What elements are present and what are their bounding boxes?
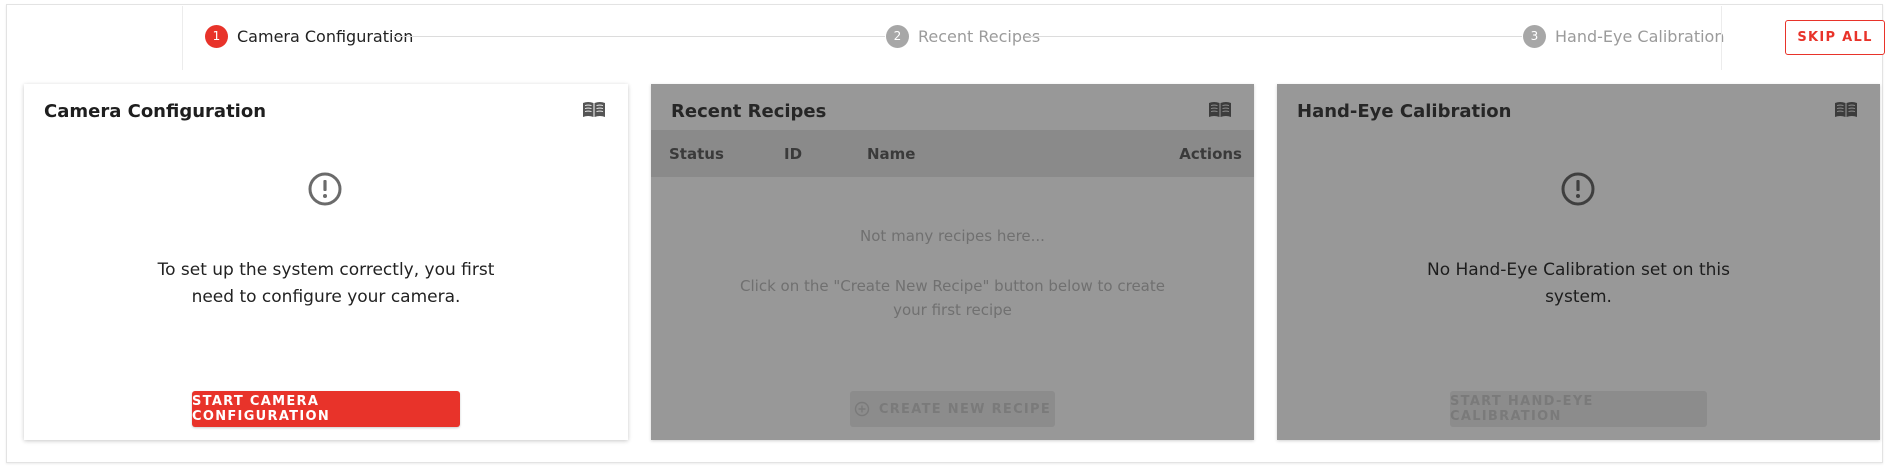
camera-message-line2: need to configure your camera. <box>191 287 461 307</box>
step-label: Recent Recipes <box>918 26 1041 46</box>
camera-configuration-card: Camera Configuration To set up the syste… <box>24 84 628 440</box>
card-title: Recent Recipes <box>671 101 827 122</box>
step-number: 1 <box>205 24 228 48</box>
step-label: Hand-Eye Calibration <box>1555 26 1725 46</box>
start-hand-eye-calibration-button: START HAND-EYE CALIBRATION <box>1450 391 1707 427</box>
book-icon[interactable] <box>582 101 606 119</box>
step-hand-eye-calibration[interactable]: 3 Hand-Eye Calibration <box>1523 24 1724 48</box>
stepper: 1 Camera Configuration 2 Recent Recipes … <box>0 0 1904 72</box>
alert-circle-icon <box>1561 172 1595 206</box>
column-header-actions: Actions <box>1179 145 1242 163</box>
empty-state-title: Not many recipes here... <box>860 227 1045 245</box>
step-connector <box>393 36 885 37</box>
book-icon <box>1835 102 1857 117</box>
divider <box>1721 6 1722 70</box>
card-title: Camera Configuration <box>44 101 267 122</box>
column-header-id: ID <box>784 145 803 163</box>
start-camera-configuration-button[interactable]: START CAMERA CONFIGURATION <box>192 391 460 427</box>
step-label: Camera Configuration <box>237 26 414 46</box>
recent-recipes-card: Recent Recipes Status ID Name Actions No… <box>651 84 1254 440</box>
step-camera-configuration[interactable]: 1 Camera Configuration <box>205 24 413 48</box>
create-new-recipe-label: CREATE NEW RECIPE <box>878 401 1052 417</box>
column-header-name: Name <box>867 145 916 163</box>
step-number: 3 <box>1523 24 1546 48</box>
column-header-status: Status <box>669 145 724 163</box>
step-connector <box>1029 36 1522 37</box>
hand-eye-calibration-card: Hand-Eye Calibration No Hand-Eye Calibra… <box>1277 84 1880 440</box>
recipes-table-header: Status ID Name Actions <box>651 130 1254 177</box>
skip-all-button[interactable]: SKIP ALL <box>1785 20 1885 55</box>
camera-message-line1: To set up the system correctly, you firs… <box>157 260 495 280</box>
card-title: Hand-Eye Calibration <box>1297 101 1512 122</box>
handeye-message-line1: No Hand-Eye Calibration set on this <box>1427 260 1730 280</box>
plus-circle-icon <box>854 401 870 417</box>
step-number: 2 <box>886 24 909 48</box>
handeye-message-line2: system. <box>1545 287 1612 307</box>
step-recent-recipes[interactable]: 2 Recent Recipes <box>886 24 1040 48</box>
book-icon <box>1209 102 1231 117</box>
empty-state-hint: Click on the "Create New Recipe" button … <box>740 277 1165 319</box>
alert-circle-icon <box>308 172 342 206</box>
divider <box>182 6 183 70</box>
create-new-recipe-button: CREATE NEW RECIPE <box>850 391 1055 427</box>
